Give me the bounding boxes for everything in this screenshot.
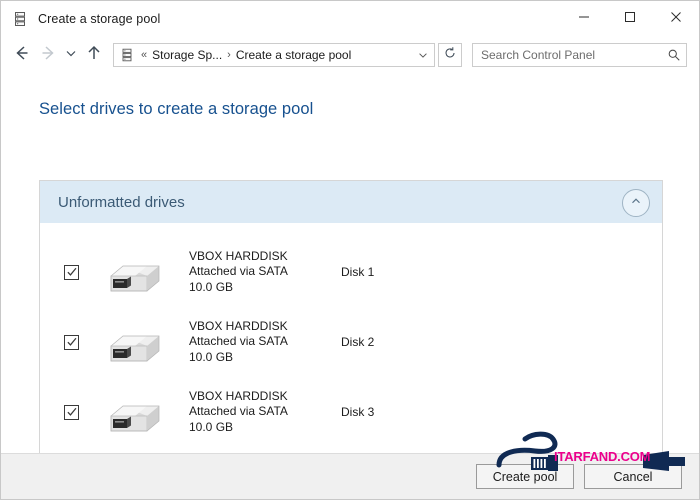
chevron-down-icon xyxy=(64,46,78,65)
drive-checkbox[interactable] xyxy=(64,404,79,420)
address-bar: « Storage Sp... › Create a storage pool xyxy=(1,36,699,74)
drive-checkbox[interactable] xyxy=(64,264,79,280)
title-bar: Create a storage pool xyxy=(1,1,699,36)
up-button[interactable] xyxy=(81,42,107,68)
drive-info: VBOX HARDDISK Attached via SATA 10.0 GB xyxy=(189,389,341,436)
page-title: Select drives to create a storage pool xyxy=(39,100,314,118)
refresh-button[interactable] xyxy=(438,43,462,67)
drive-slot: Disk 1 xyxy=(341,265,375,279)
drive-name: VBOX HARDDISK xyxy=(189,388,288,403)
drive-capacity: 10.0 GB xyxy=(189,349,234,364)
breadcrumb-dropdown-button[interactable] xyxy=(412,44,434,66)
breadcrumb-path: « Storage Sp... › Create a storage pool xyxy=(141,48,351,62)
drive-capacity: 10.0 GB xyxy=(189,419,234,434)
drive-attachment: Attached via SATA xyxy=(189,264,288,279)
refresh-icon xyxy=(443,46,457,65)
hard-disk-icon xyxy=(101,250,165,294)
back-button[interactable] xyxy=(9,42,35,68)
checkmark-icon xyxy=(66,407,76,416)
close-icon xyxy=(670,10,682,28)
forward-button[interactable] xyxy=(35,42,61,68)
hard-disk-icon xyxy=(101,390,165,434)
breadcrumb-overflow[interactable]: « xyxy=(141,49,147,61)
close-button[interactable] xyxy=(653,1,699,36)
panel-header-title: Unformatted drives xyxy=(58,193,185,211)
search-input[interactable] xyxy=(473,48,662,62)
panel-header: Unformatted drives xyxy=(40,181,662,223)
breadcrumb[interactable]: « Storage Sp... › Create a storage pool xyxy=(113,43,435,67)
create-storage-pool-window: Create a storage pool « Storage Sp... › … xyxy=(0,0,700,500)
up-arrow-icon xyxy=(84,43,104,68)
drive-row[interactable]: VBOX HARDDISK Attached via SATA 10.0 GB … xyxy=(40,377,662,447)
drive-checkbox[interactable] xyxy=(64,334,79,350)
maximize-icon xyxy=(624,10,636,28)
drive-name: VBOX HARDDISK xyxy=(189,318,288,333)
minimize-button[interactable] xyxy=(561,1,607,36)
drive-row[interactable]: VBOX HARDDISK Attached via SATA 10.0 GB … xyxy=(40,237,662,307)
hard-disk-icon xyxy=(101,320,165,364)
drive-info: VBOX HARDDISK Attached via SATA 10.0 GB xyxy=(189,249,341,296)
drive-capacity: 10.0 GB xyxy=(189,279,234,294)
unformatted-drives-panel: Unformatted drives VBOX HARDDISK Attache… xyxy=(39,180,663,458)
collapse-panel-button[interactable] xyxy=(622,189,650,217)
content-area: Select drives to create a storage pool U… xyxy=(1,100,699,475)
search-box[interactable] xyxy=(472,43,687,67)
drive-list: VBOX HARDDISK Attached via SATA 10.0 GB … xyxy=(40,223,662,447)
breadcrumb-item-current[interactable]: Create a storage pool xyxy=(236,48,351,62)
create-pool-button[interactable]: Create pool xyxy=(476,464,574,489)
recent-locations-button[interactable] xyxy=(61,42,81,68)
window-controls xyxy=(561,1,699,36)
window-title: Create a storage pool xyxy=(38,11,161,26)
drive-row[interactable]: VBOX HARDDISK Attached via SATA 10.0 GB … xyxy=(40,307,662,377)
drive-attachment: Attached via SATA xyxy=(189,404,288,419)
forward-arrow-icon xyxy=(38,43,58,68)
maximize-button[interactable] xyxy=(607,1,653,36)
dialog-footer: Create pool Cancel xyxy=(1,453,699,499)
minimize-icon xyxy=(578,10,590,28)
breadcrumb-item-parent[interactable]: Storage Sp... xyxy=(152,48,222,62)
chevron-up-icon xyxy=(629,194,643,213)
storage-pool-icon xyxy=(11,10,29,28)
drive-name: VBOX HARDDISK xyxy=(189,248,288,263)
drive-attachment: Attached via SATA xyxy=(189,334,288,349)
chevron-down-icon xyxy=(419,53,427,58)
cancel-button[interactable]: Cancel xyxy=(584,464,682,489)
drive-slot: Disk 2 xyxy=(341,335,375,349)
breadcrumb-separator: › xyxy=(227,49,231,61)
search-icon[interactable] xyxy=(662,48,686,62)
checkmark-icon xyxy=(66,337,76,346)
breadcrumb-storage-pool-icon xyxy=(119,47,135,63)
drive-slot: Disk 3 xyxy=(341,405,375,419)
checkmark-icon xyxy=(66,267,76,276)
drive-info: VBOX HARDDISK Attached via SATA 10.0 GB xyxy=(189,319,341,366)
back-arrow-icon xyxy=(12,43,32,68)
